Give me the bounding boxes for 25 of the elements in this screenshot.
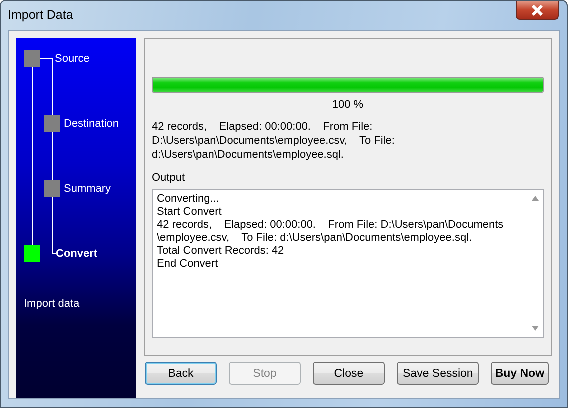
output-label: Output <box>152 172 186 184</box>
close-button[interactable] <box>516 1 559 20</box>
log-line: End Convert <box>157 258 220 271</box>
log-line: \employee.csv, To File: d:\Users\pan\Documents\employee.sql. <box>157 232 474 245</box>
status-text: D:\Users\pan\Documents\employee.csv, To File: <box>152 134 396 148</box>
dialog-button[interactable]: Save Session <box>397 362 480 385</box>
step-label: Source <box>55 52 90 64</box>
sidebar-caption: Import data <box>24 298 81 310</box>
status-text: d:\Users\pan\Documents\employee.sql. <box>152 148 345 162</box>
scroll-down-icon[interactable] <box>532 326 538 331</box>
dialog-button[interactable]: Buy Now <box>491 362 549 385</box>
log-line: Converting... <box>157 193 220 206</box>
step-label: Destination <box>64 118 120 130</box>
step-label: Summary <box>64 182 112 194</box>
status-text: 42 records, Elapsed: 00:00:00. From File: <box>152 120 374 134</box>
step-label: Convert <box>56 248 98 260</box>
log-line: 42 records, Elapsed: 00:00:00. From File: D:\Users\pan\Documents <box>157 219 505 232</box>
close-icon <box>531 4 544 16</box>
log-line: Total Convert Records: 42 <box>157 245 286 258</box>
dialog-button[interactable]: Back <box>145 362 217 385</box>
log-line: Start Convert <box>157 206 223 219</box>
scroll-up-icon[interactable] <box>532 196 538 201</box>
window-title: Import Data <box>8 8 74 22</box>
progress-percent: 100 % <box>331 99 365 111</box>
dialog-button[interactable]: Close <box>313 362 385 385</box>
